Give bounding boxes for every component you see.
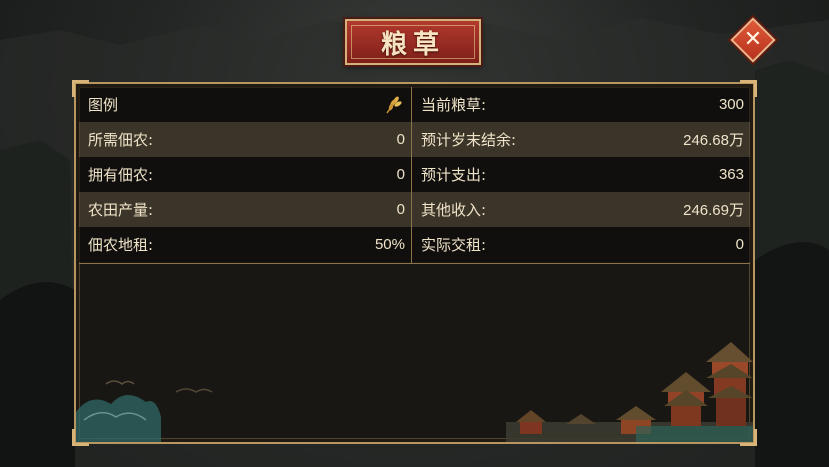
stat-label: 预计支出: [421, 166, 487, 184]
stat-label: 所需佃农: [88, 131, 154, 149]
close-icon[interactable]: ✕ [737, 24, 769, 56]
stat-label: 农田产量: [88, 201, 154, 219]
stat-label: 当前粮草: [421, 96, 487, 114]
stat-value: 300 [718, 96, 744, 113]
left-column: 图例 所需佃农: 0 拥有佃农: 0 农田产量: 0 佃农地租: 50% [79, 87, 411, 263]
stats-grid: 图例 所需佃农: 0 拥有佃农: 0 农田产量: 0 佃农地租: 50% 当前粮… [79, 87, 750, 263]
stat-label: 预计岁末结余: [421, 131, 517, 149]
wheat-icon[interactable] [383, 95, 403, 115]
stat-value: 0 [396, 131, 405, 148]
stat-label: 其他收入: [421, 201, 487, 219]
title-plaque: 粮草 [345, 19, 481, 65]
stat-row: 农田产量: 0 [79, 192, 411, 227]
stat-row: 预计岁末结余: 246.68万 [412, 122, 750, 157]
stat-row: 拥有佃农: 0 [79, 157, 411, 192]
stat-label: 佃农地租: [88, 236, 154, 254]
stat-value: 246.69万 [683, 202, 744, 219]
stat-row: 预计支出: 363 [412, 157, 750, 192]
stat-row: 当前粮草: 300 [412, 87, 750, 122]
stat-row: 佃农地租: 50% [79, 227, 411, 262]
legend-label: 图例 [88, 96, 119, 114]
stat-label: 实际交租: [421, 236, 487, 254]
stat-value: 0 [396, 201, 405, 218]
stat-value: 246.68万 [683, 132, 744, 149]
grain-info-panel: 图例 所需佃农: 0 拥有佃农: 0 农田产量: 0 佃农地租: 50% 当前粮… [72, 80, 757, 446]
legend-row[interactable]: 图例 [79, 87, 411, 122]
page-title: 粮草 [380, 29, 445, 60]
stat-value: 0 [735, 236, 744, 253]
stat-value: 50% [374, 236, 405, 253]
stat-row: 其他收入: 246.69万 [412, 192, 750, 227]
stat-label: 拥有佃农: [88, 166, 154, 184]
stat-value: 363 [718, 166, 744, 183]
table-bottom-border [79, 263, 750, 264]
stat-row: 所需佃农: 0 [79, 122, 411, 157]
stat-value: 0 [396, 166, 405, 183]
stat-row: 实际交租: 0 [412, 227, 750, 262]
decorative-scenery [76, 342, 753, 442]
right-column: 当前粮草: 300 预计岁末结余: 246.68万 预计支出: 363 其他收入… [412, 87, 750, 263]
